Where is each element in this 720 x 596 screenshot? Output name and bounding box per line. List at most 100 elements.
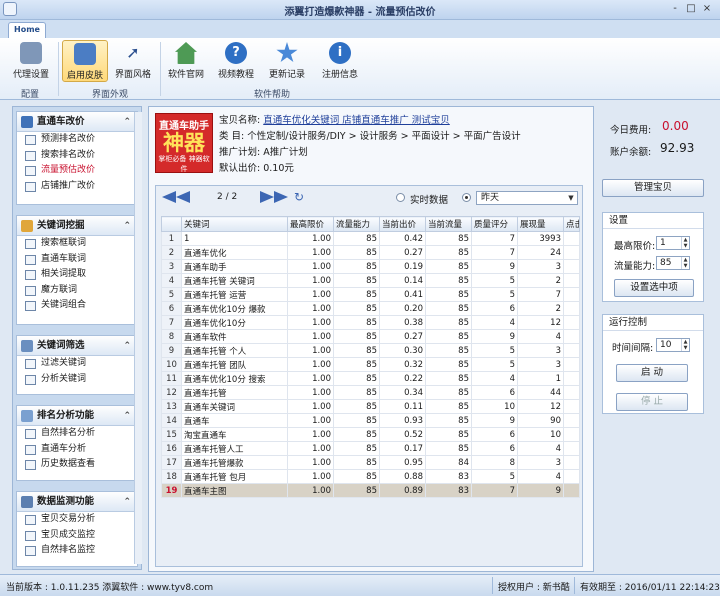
column-header[interactable]: 关键词 <box>181 216 288 232</box>
max-price-stepper[interactable]: 1 ▲ ▼ <box>656 236 690 250</box>
update-log-button[interactable]: 更新记录 <box>264 40 310 82</box>
table-row[interactable]: 16 直通车托管人工 1.00 85 0.17 85 6 4 <box>161 441 580 456</box>
table-cell: 85 <box>333 315 380 330</box>
section-header[interactable]: 排名分析功能 ⌃ <box>17 406 137 426</box>
table-row[interactable]: 4 直通车托管 关键词 1.00 85 0.14 85 5 2 <box>161 273 580 288</box>
sidebar-item-searchbox-words[interactable]: 搜索框联词 <box>17 236 137 252</box>
table-cell: 4 <box>517 441 564 456</box>
table-row[interactable]: 19 直通车主图 1.00 85 0.89 83 7 9 <box>161 483 580 498</box>
row-number: 16 <box>161 441 182 456</box>
table-cell: 直通车托管 <box>181 385 288 400</box>
section-header[interactable]: 数据监测功能 ⌃ <box>17 492 137 512</box>
section-header[interactable]: 关键词筛选 ⌃ <box>17 336 137 356</box>
period-radio[interactable] <box>462 193 471 202</box>
sidebar-item-rank-monitor[interactable]: 自然排名监控 <box>17 543 137 559</box>
list-icon <box>25 181 36 192</box>
enable-skin-button[interactable]: 启用皮肤 <box>62 40 108 82</box>
section-header[interactable]: 直通车改价 ⌃ <box>17 112 137 132</box>
tab-home[interactable]: Home <box>8 22 46 38</box>
column-header[interactable]: 当前流量 <box>425 216 472 232</box>
column-header[interactable]: 最高限价 <box>287 216 334 232</box>
table-row[interactable]: 12 直通车托管 1.00 85 0.34 85 6 44 <box>161 385 580 400</box>
traffic-stepper[interactable]: 85 ▲ ▼ <box>656 256 690 270</box>
maximize-button[interactable]: □ <box>684 2 698 16</box>
sidebar-item-rubik-words[interactable]: 魔方联词 <box>17 283 137 299</box>
sidebar-item-natural-rank[interactable]: 自然排名分析 <box>17 426 137 442</box>
table-row[interactable]: 2 直通车优化 1.00 85 0.27 85 7 24 <box>161 245 580 260</box>
column-header[interactable] <box>161 216 182 232</box>
sidebar-item-ztc-analysis[interactable]: 直通车分析 <box>17 442 137 458</box>
proxy-settings-button[interactable]: 代理设置 <box>6 40 56 82</box>
table-cell: 85 <box>333 343 380 358</box>
table-row[interactable]: 11 直通车优化10分 搜索 1.00 85 0.22 85 4 1 <box>161 371 580 386</box>
star-icon <box>276 42 298 63</box>
next-page-icon[interactable] <box>260 191 274 203</box>
sidebar-item-shop-promo[interactable]: 店铺推广改价 <box>17 179 137 195</box>
sidebar-item-analyze-keywords[interactable]: 分析关键词 <box>17 372 137 388</box>
start-button[interactable]: 启 动 <box>616 364 688 382</box>
sidebar-item-deal-monitor[interactable]: 宝贝成交监控 <box>17 528 137 544</box>
table-cell: 1.00 <box>287 273 334 288</box>
sidebar-item-ztc-words[interactable]: 直通车联词 <box>17 252 137 268</box>
first-page-icon[interactable] <box>162 191 176 203</box>
register-info-button[interactable]: i 注册信息 <box>316 40 364 82</box>
today-cost-label: 今日费用: <box>610 125 652 136</box>
table-cell: 直通车托管 关键词 <box>181 273 288 288</box>
table-row[interactable]: 6 直通车优化10分 爆款 1.00 85 0.20 85 6 2 <box>161 301 580 316</box>
table-row[interactable]: 13 直通车关键词 1.00 85 0.11 85 10 12 <box>161 399 580 414</box>
table-cell: 0.88 <box>379 469 426 484</box>
table-cell: 85 <box>333 427 380 442</box>
sidebar-scrollbar[interactable] <box>134 112 142 564</box>
close-button[interactable]: × <box>700 2 714 16</box>
column-header[interactable]: 当前出价 <box>379 216 426 232</box>
table-row[interactable]: 10 直通车托管 团队 1.00 85 0.32 85 5 3 <box>161 357 580 372</box>
sidebar-item-history-data[interactable]: 历史数据查看 <box>17 457 137 473</box>
sidebar-item-trade-analysis[interactable]: 宝贝交易分析 <box>17 512 137 528</box>
table-row[interactable]: 17 直通车托管爆款 1.00 85 0.95 84 8 3 <box>161 455 580 470</box>
column-header[interactable]: 质量评分 <box>471 216 518 232</box>
table-row[interactable]: 15 淘宝直通车 1.00 85 0.52 85 6 10 <box>161 427 580 442</box>
table-cell: 直通车助手 <box>181 259 288 274</box>
sidebar-item-predict-rank[interactable]: 预测排名改价 <box>17 132 137 148</box>
table-row[interactable]: 8 直通车软件 1.00 85 0.27 85 9 4 <box>161 329 580 344</box>
table-row[interactable]: 7 直通车优化10分 1.00 85 0.38 85 4 12 <box>161 315 580 330</box>
interval-stepper[interactable]: 10 ▲ ▼ <box>656 338 690 352</box>
video-tutorial-button[interactable]: ? 视频教程 <box>212 40 260 82</box>
row-number: 10 <box>161 357 182 372</box>
official-site-button[interactable]: 软件官网 <box>164 40 208 82</box>
minimize-button[interactable]: - <box>668 2 682 16</box>
ui-style-button[interactable]: ➚ 界面风格 <box>110 40 156 82</box>
product-name-link[interactable]: 直通车优化关键词 店铺直通车推广 测试宝贝 <box>263 115 450 126</box>
table-row[interactable]: 9 直通车托管 个人 1.00 85 0.30 85 5 3 <box>161 343 580 358</box>
table-row[interactable]: 5 直通车托管 运营 1.00 85 0.41 85 5 7 <box>161 287 580 302</box>
column-header[interactable]: 展现量 <box>517 216 564 232</box>
sidebar-item-search-rank[interactable]: 搜索排名改价 <box>17 148 137 164</box>
realtime-radio[interactable] <box>396 193 405 202</box>
period-select[interactable]: 昨天 ▼ <box>476 191 578 205</box>
refresh-icon[interactable]: ↻ <box>294 190 308 204</box>
table-cell: 1.00 <box>287 441 334 456</box>
table-cell: 1.00 <box>287 343 334 358</box>
column-header[interactable]: 流量能力 <box>333 216 380 232</box>
sidebar-item-filter-keywords[interactable]: 过滤关键词 <box>17 356 137 372</box>
table-row[interactable]: 3 直通车助手 1.00 85 0.19 85 9 3 <box>161 259 580 274</box>
table-cell: 0.27 <box>379 245 426 260</box>
sidebar-item-related-words[interactable]: 相关词提取 <box>17 267 137 283</box>
manage-items-button[interactable]: 管理宝贝 <box>602 179 704 197</box>
section-header[interactable]: 关键词挖掘 ⌃ <box>17 216 137 236</box>
run-control-title: 运行控制 <box>603 315 703 331</box>
row-number: 17 <box>161 455 182 470</box>
sidebar-item-keyword-combo[interactable]: 关键词组合 <box>17 298 137 314</box>
last-page-icon[interactable] <box>274 191 288 203</box>
stop-button[interactable]: 停 止 <box>616 393 688 411</box>
table-cell: 85 <box>333 301 380 316</box>
table-cell: 直通车软件 <box>181 329 288 344</box>
table-row[interactable]: 14 直通车 1.00 85 0.93 85 9 90 <box>161 413 580 428</box>
table-cell: 5 <box>471 357 518 372</box>
column-header[interactable]: 点击 <box>563 216 580 232</box>
apply-selected-button[interactable]: 设置选中项 <box>614 279 694 297</box>
sidebar-item-traffic-estimate[interactable]: 流量预估改价 <box>17 163 137 179</box>
table-row[interactable]: 1 1 1.00 85 0.42 85 7 3993 <box>161 231 580 246</box>
table-row[interactable]: 18 直通车托管 包月 1.00 85 0.88 83 5 4 <box>161 469 580 484</box>
prev-page-icon[interactable] <box>176 191 190 203</box>
